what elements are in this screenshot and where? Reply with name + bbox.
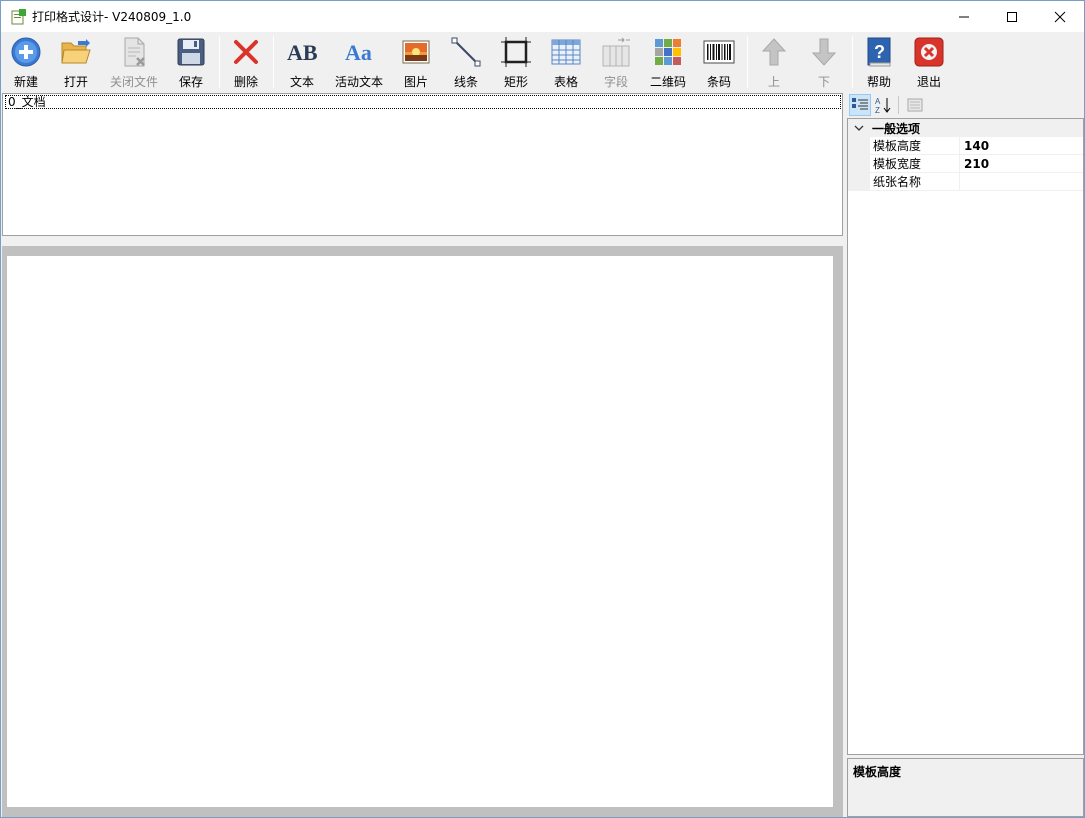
add-circle-icon: [9, 34, 43, 69]
design-canvas-area[interactable]: [2, 246, 843, 817]
property-toolbar-separator: [898, 96, 899, 114]
maximize-button[interactable]: [988, 1, 1036, 32]
minimize-button[interactable]: [940, 1, 988, 32]
rectangle-icon: [499, 34, 533, 69]
save-button[interactable]: 保存: [172, 34, 210, 90]
exit-button[interactable]: 退出: [911, 34, 947, 90]
help-button[interactable]: ? 帮助: [861, 34, 897, 90]
arrow-down-icon: [807, 34, 841, 69]
property-row-template-height[interactable]: 模板高度 140: [848, 137, 1083, 155]
property-panel: A Z 一般选项 模板高度 140 模板宽度 210 纸张名称 模板高度: [847, 93, 1084, 817]
toolbar-separator: [273, 36, 274, 88]
app-icon: [11, 8, 27, 25]
property-pages-icon: [907, 98, 923, 112]
close-window-button[interactable]: [1036, 1, 1084, 32]
maximize-icon: [1007, 11, 1017, 22]
category-label: 一般选项: [872, 121, 921, 136]
property-name: 模板宽度: [870, 155, 960, 173]
text-ab-icon: AB: [285, 34, 319, 69]
image-icon: [399, 34, 433, 69]
image-button[interactable]: 图片: [398, 34, 434, 90]
close-document-icon: [117, 34, 151, 69]
help-book-icon: ?: [862, 34, 896, 69]
text-button[interactable]: AB 文本: [283, 34, 321, 90]
app-window: 打印格式设计- V240809_1.0 新建 打开 关闭文件 保存 删除 AB …: [0, 0, 1085, 818]
rect-button[interactable]: 矩形: [498, 34, 534, 90]
property-description-panel: 模板高度: [847, 758, 1084, 817]
line-button[interactable]: 线条: [448, 34, 484, 90]
barcode-button[interactable]: 条码: [701, 34, 737, 90]
property-value[interactable]: 210: [960, 155, 1083, 173]
floppy-disk-icon: [174, 34, 208, 69]
svg-text:Z: Z: [875, 106, 880, 114]
table-grid-icon: [549, 34, 583, 69]
field-button[interactable]: 字段: [598, 34, 634, 90]
new-button[interactable]: 新建: [7, 34, 45, 90]
property-name: 纸张名称: [870, 173, 960, 191]
window-title: 打印格式设计- V240809_1.0: [32, 10, 192, 24]
object-tree-panel[interactable]: 0_文档: [2, 93, 843, 236]
design-paper[interactable]: [7, 256, 833, 807]
qrcode-icon: [651, 34, 685, 69]
chevron-down-icon[interactable]: [848, 124, 870, 132]
toolbar-separator: [219, 36, 220, 88]
qrcode-button[interactable]: 二维码: [648, 34, 688, 90]
categorized-icon: [852, 98, 868, 110]
property-gutter: [848, 173, 870, 191]
property-gutter: [848, 155, 870, 173]
move-down-button[interactable]: 下: [806, 34, 842, 90]
categorized-view-button[interactable]: [849, 94, 871, 116]
svg-text:Aa: Aa: [345, 40, 372, 65]
category-row-general[interactable]: 一般选项: [848, 119, 1083, 137]
text-aa-icon: Aa: [342, 34, 376, 69]
toolbar-separator: [747, 36, 748, 88]
close-icon: [1054, 11, 1066, 22]
minimize-icon: [959, 16, 969, 17]
property-toolbar: A Z: [847, 93, 1084, 117]
active-text-button[interactable]: Aa 活动文本: [333, 34, 385, 90]
svg-text:AB: AB: [287, 40, 318, 65]
toolbar-separator: [852, 36, 853, 88]
property-value[interactable]: [960, 173, 1083, 191]
svg-text:?: ?: [874, 42, 885, 62]
property-row-template-width[interactable]: 模板宽度 210: [848, 155, 1083, 173]
close-file-button[interactable]: 关闭文件: [108, 34, 160, 90]
delete-x-icon: [229, 34, 263, 69]
sort-az-icon: A Z: [875, 97, 891, 114]
line-icon: [449, 34, 483, 69]
move-up-button[interactable]: 上: [756, 34, 792, 90]
title-bar: 打印格式设计- V240809_1.0: [1, 1, 1084, 32]
arrow-up-icon: [757, 34, 791, 69]
alphabetical-sort-button[interactable]: A Z: [873, 94, 895, 116]
exit-icon: [912, 34, 946, 69]
open-button[interactable]: 打开: [58, 34, 94, 90]
folder-open-icon: [59, 34, 93, 69]
property-row-paper-name[interactable]: 纸张名称: [848, 173, 1083, 191]
property-gutter: [848, 137, 870, 155]
svg-text:A: A: [875, 97, 881, 106]
window-controls: [940, 1, 1084, 32]
field-columns-icon: [599, 34, 633, 69]
description-title: 模板高度: [853, 765, 902, 779]
property-value[interactable]: 140: [960, 137, 1083, 155]
property-pages-button[interactable]: [904, 94, 926, 116]
tree-item-document[interactable]: 0_文档: [5, 95, 841, 109]
main-toolbar: 新建 打开 关闭文件 保存 删除 AB 文本 Aa 活动文本 图片 线条 矩形 …: [1, 32, 1084, 91]
table-button[interactable]: 表格: [548, 34, 584, 90]
property-grid[interactable]: 一般选项 模板高度 140 模板宽度 210 纸张名称: [847, 118, 1084, 755]
delete-button[interactable]: 删除: [228, 34, 264, 90]
barcode-icon: [702, 34, 736, 69]
property-name: 模板高度: [870, 137, 960, 155]
